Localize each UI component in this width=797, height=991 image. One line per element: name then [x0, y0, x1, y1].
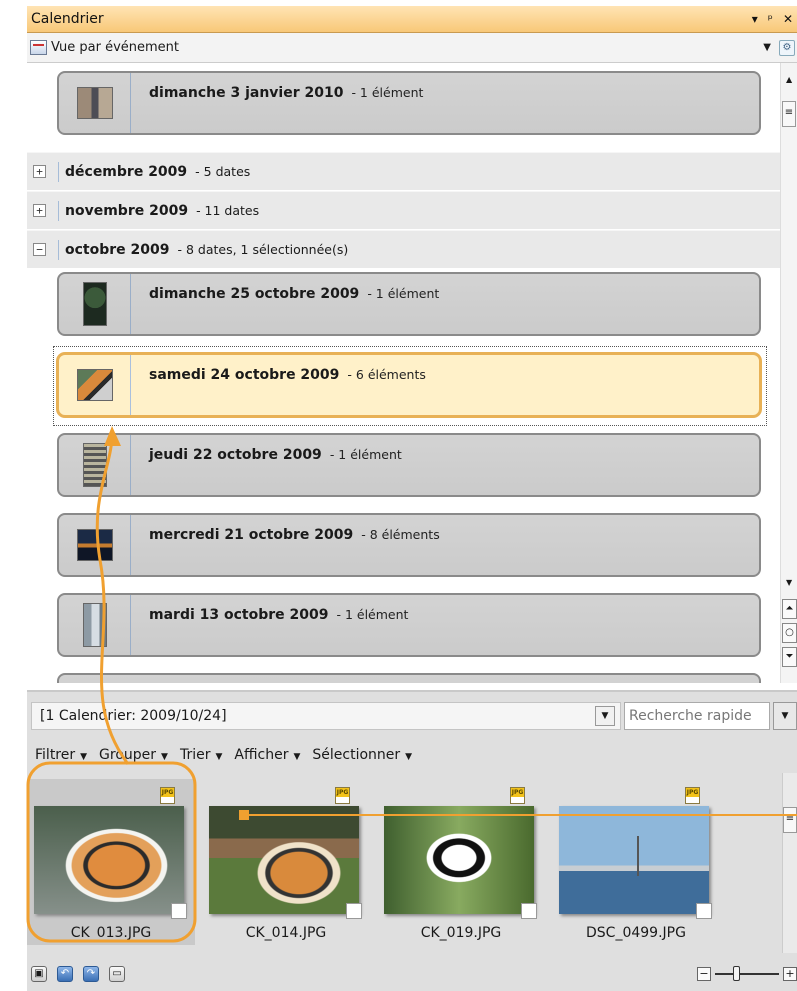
window-icon[interactable]: ▭ — [109, 966, 125, 982]
pin-icon[interactable]: ᵖ — [768, 12, 773, 26]
close-icon[interactable]: ✕ — [783, 12, 793, 26]
rotate-right-icon[interactable]: ↷ — [83, 966, 99, 982]
group-label: décembre 2009 — [65, 163, 188, 180]
date-label: dimanche 3 janvier 2010 — [149, 85, 344, 101]
menu-selectionner[interactable]: Sélectionner ▼ — [312, 747, 412, 763]
page-down-icon[interactable]: ⏷ — [782, 647, 797, 667]
menu-afficher[interactable]: Afficher ▼ — [234, 747, 300, 763]
photo-thumbnail — [82, 603, 107, 647]
group-meta: - 8 dates, 1 sélectionnée(s) — [177, 242, 349, 257]
jpg-badge-icon: JPG — [510, 787, 525, 804]
item-count: - 8 éléments — [361, 527, 440, 542]
menu-grouper[interactable]: Grouper ▼ — [99, 747, 168, 763]
jpg-badge-icon: JPG — [160, 787, 175, 804]
group-novembre-2009[interactable]: + novembre 2009 - 11 dates — [27, 191, 780, 229]
quick-search-input[interactable]: Recherche rapide — [624, 702, 770, 730]
date-card-2010-01-03[interactable]: dimanche 3 janvier 2010 - 1 élément — [57, 71, 761, 135]
scroll-thumb[interactable]: ≡ — [783, 807, 797, 833]
path-dropdown-icon[interactable]: ▼ — [595, 706, 615, 726]
photo-thumbnail — [82, 443, 107, 487]
zoom-out-icon[interactable]: − — [697, 967, 711, 981]
item-count: - 1 élément — [336, 607, 409, 622]
photo-thumbnail — [76, 529, 113, 561]
photo-thumbnail — [559, 806, 709, 914]
photo-thumbnail — [76, 87, 113, 119]
search-dropdown-icon[interactable]: ▼ — [773, 702, 797, 730]
photo-thumbnail — [384, 806, 534, 914]
group-label: novembre 2009 — [65, 202, 189, 219]
select-checkbox[interactable] — [521, 903, 537, 919]
menu-trier[interactable]: Trier ▼ — [180, 747, 222, 763]
group-label: octobre 2009 — [65, 241, 170, 258]
expand-icon[interactable]: + — [33, 204, 46, 217]
item-count: - 1 élément — [351, 85, 424, 100]
calendar-list: dimanche 3 janvier 2010 - 1 élément + déc… — [27, 63, 780, 683]
date-card-2009-10-21[interactable]: mercredi 21 octobre 2009 - 8 éléments — [57, 513, 761, 577]
thumbnail-tile[interactable]: JPG CK_019.JPG — [377, 779, 545, 945]
date-card-2009-10-24[interactable]: samedi 24 octobre 2009 - 6 éléments — [57, 353, 761, 417]
file-name: CK_014.JPG — [245, 925, 327, 941]
display-icon[interactable]: ▣ — [31, 966, 47, 982]
thumbnail-tile[interactable]: JPG CK_014.JPG — [202, 779, 370, 945]
browser-menu: Filtrer ▼ Grouper ▼ Trier ▼ Afficher ▼ Sélec… — [35, 747, 412, 763]
status-bar: ▣ ↶ ↷ ▭ − + — [27, 957, 797, 991]
panel-titlebar: Calendrier ▾ ᵖ ✕ — [27, 6, 797, 33]
expand-icon[interactable]: + — [33, 165, 46, 178]
scroll-thumb[interactable]: ≡ — [782, 101, 796, 127]
thumbnail-grid: JPG CK_013.JPG JPG CK_014.JPG JPG CK_019… — [27, 773, 782, 953]
calendar-icon — [30, 40, 47, 55]
file-name: CK_013.JPG — [70, 925, 152, 941]
file-name: DSC_0499.JPG — [586, 925, 686, 941]
zoom-slider[interactable] — [715, 966, 779, 981]
thumbnail-tile[interactable]: JPG CK_013.JPG — [27, 779, 195, 945]
date-card-partial[interactable] — [57, 673, 761, 683]
menu-filtrer[interactable]: Filtrer ▼ — [35, 747, 87, 763]
date-label: mercredi 21 octobre 2009 — [149, 527, 354, 543]
photo-thumbnail — [76, 369, 113, 401]
scroll-up-icon[interactable]: ▲ — [786, 75, 792, 84]
media-browser: [1 Calendrier: 2009/10/24] ▼ Recherche r… — [27, 690, 797, 991]
zoom-control: − + — [697, 966, 797, 981]
scroll-down-icon[interactable]: ▼ — [786, 578, 792, 587]
date-label: samedi 24 octobre 2009 — [149, 367, 340, 383]
photo-thumbnail — [34, 806, 184, 914]
jpg-badge-icon: JPG — [335, 787, 350, 804]
menu-arrow-icon[interactable]: ▾ — [752, 12, 758, 26]
vertical-scrollbar[interactable]: ▲ ≡ ▼ ⏶ ○ ⏷ — [780, 63, 797, 683]
rotate-left-icon[interactable]: ↶ — [57, 966, 73, 982]
collapse-icon[interactable]: − — [33, 243, 46, 256]
select-checkbox[interactable] — [346, 903, 362, 919]
date-label: jeudi 22 octobre 2009 — [149, 447, 322, 463]
group-meta: - 5 dates — [195, 164, 251, 179]
photo-thumbnail — [82, 282, 107, 326]
item-count: - 1 élément — [367, 286, 440, 301]
chevron-down-icon[interactable]: ▼ — [763, 42, 771, 53]
item-count: - 6 éléments — [347, 367, 426, 382]
date-label: mardi 13 octobre 2009 — [149, 607, 329, 623]
group-octobre-2009[interactable]: − octobre 2009 - 8 dates, 1 sélectionnée… — [27, 230, 780, 268]
select-checkbox[interactable] — [696, 903, 712, 919]
view-selector-label: Vue par événement — [51, 40, 180, 55]
select-checkbox[interactable] — [171, 903, 187, 919]
thumbnail-scrollbar[interactable]: ≡ — [782, 773, 797, 953]
date-card-2009-10-22[interactable]: jeudi 22 octobre 2009 - 1 élément — [57, 433, 761, 497]
date-label: dimanche 25 octobre 2009 — [149, 286, 360, 302]
jpg-badge-icon: JPG — [685, 787, 700, 804]
date-card-2009-10-13[interactable]: mardi 13 octobre 2009 - 1 élément — [57, 593, 761, 657]
page-up-icon[interactable]: ⏶ — [782, 599, 797, 619]
zoom-in-icon[interactable]: + — [783, 967, 797, 981]
circle-icon[interactable]: ○ — [782, 623, 797, 643]
zoom-slider-knob[interactable] — [733, 966, 740, 981]
thumbnail-tile[interactable]: JPG DSC_0499.JPG — [552, 779, 720, 945]
path-display: [1 Calendrier: 2009/10/24] — [31, 702, 621, 730]
view-selector[interactable]: Vue par événement ▼ ⚙ — [27, 33, 797, 63]
photo-thumbnail — [209, 806, 359, 914]
date-card-2009-10-25[interactable]: dimanche 25 octobre 2009 - 1 élément — [57, 272, 761, 336]
panel-title: Calendrier — [31, 11, 104, 27]
group-decembre-2009[interactable]: + décembre 2009 - 5 dates — [27, 152, 780, 190]
item-count: - 1 élément — [329, 447, 402, 462]
settings-icon[interactable]: ⚙ — [779, 39, 795, 56]
group-meta: - 11 dates — [196, 203, 260, 218]
file-name: CK_019.JPG — [420, 925, 502, 941]
